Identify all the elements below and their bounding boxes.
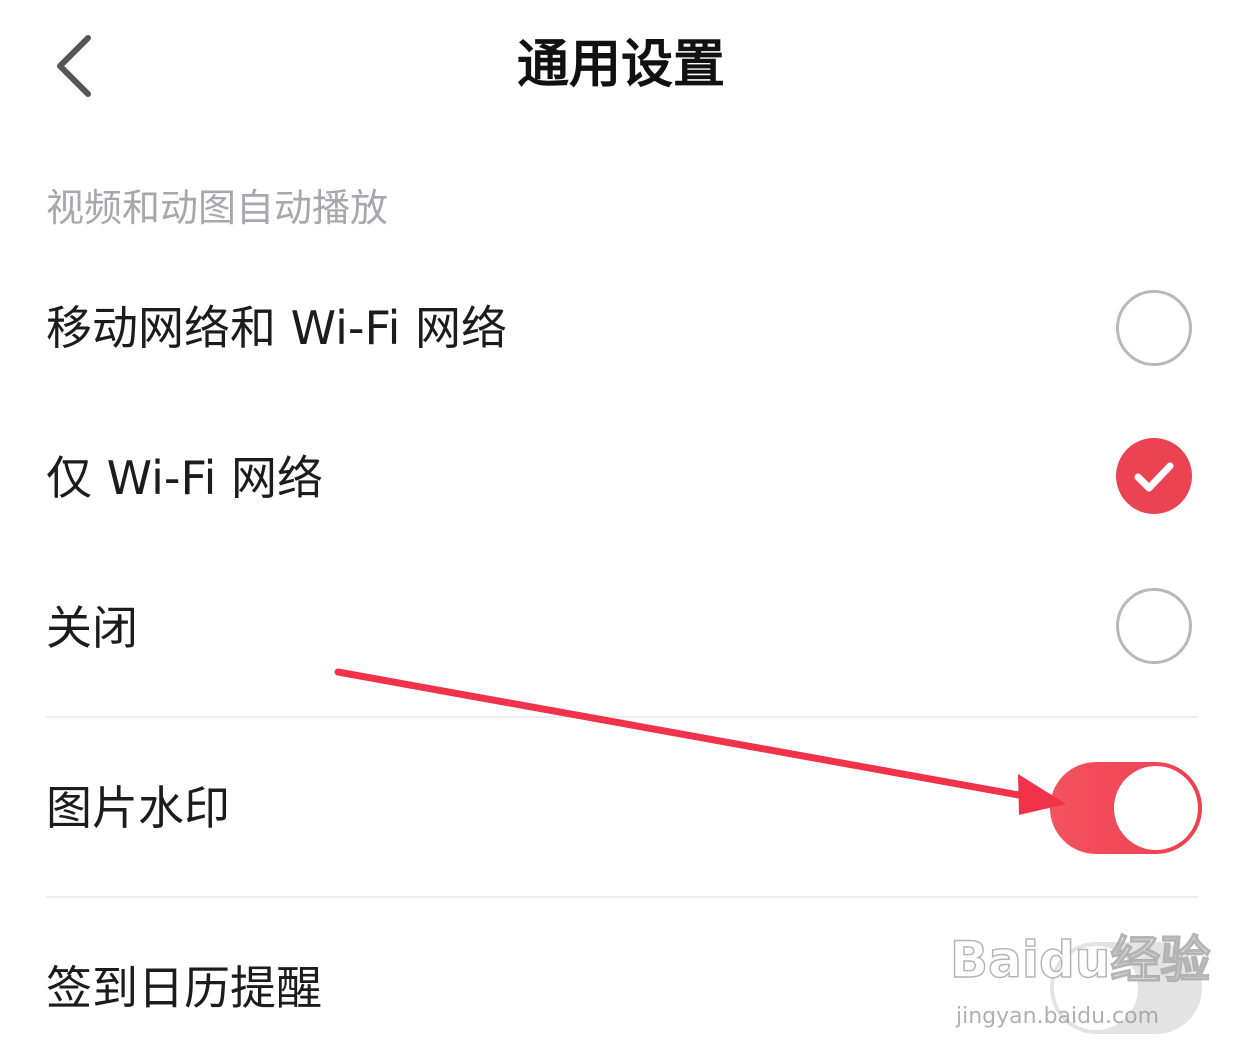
annotation-arrow-icon bbox=[334, 668, 1066, 815]
